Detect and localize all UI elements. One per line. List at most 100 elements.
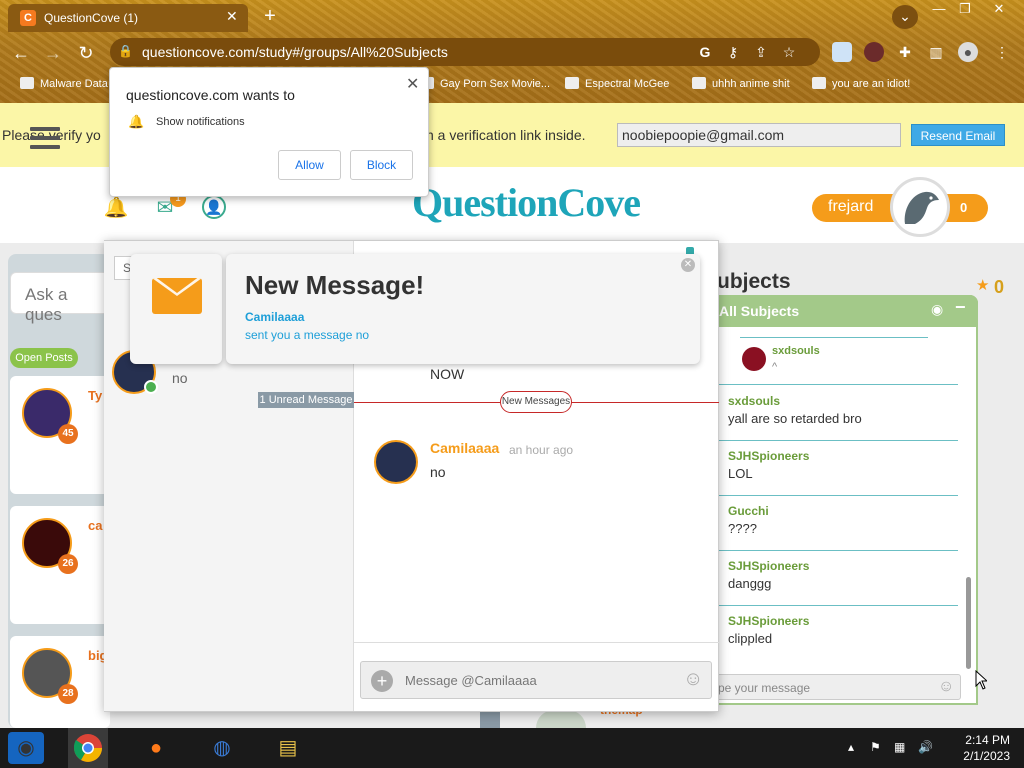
hamburger-menu-icon[interactable] xyxy=(30,127,60,149)
unread-message-label[interactable]: 1 Unread Message xyxy=(258,392,354,408)
bookmark-item[interactable]: Gay Porn Sex Movie... xyxy=(420,77,550,90)
chat-message-text: danggg xyxy=(728,576,772,591)
menu-kebab-icon[interactable]: ⋮ xyxy=(992,42,1012,62)
message-author[interactable]: Camilaaaa xyxy=(430,440,499,456)
chat-username[interactable]: Gucchi xyxy=(728,504,769,518)
hide-eye-icon[interactable]: ◉ xyxy=(931,301,943,318)
points-count: 0 xyxy=(960,200,968,215)
chat-message-text: clippled xyxy=(728,631,773,646)
toast-heading: New Message! xyxy=(245,270,425,300)
new-messages-pill: New Messages xyxy=(500,391,572,413)
star-icon: ★ xyxy=(976,277,990,294)
url-text[interactable]: questioncove.com/study#/groups/All%20Sub… xyxy=(142,44,448,60)
chrome-taskbar-button[interactable] xyxy=(68,728,108,768)
close-window-button[interactable]: ✕ xyxy=(984,0,1014,18)
user-icon[interactable]: 👤 xyxy=(202,195,226,219)
restore-window-button[interactable]: ❐ xyxy=(950,0,980,18)
question-author[interactable]: ca xyxy=(88,518,102,533)
bookmark-favicon-icon xyxy=(565,77,579,89)
network-icon[interactable]: ▦ xyxy=(894,740,905,754)
avatar[interactable] xyxy=(374,440,418,484)
bookmark-item[interactable]: uhhh anime shit xyxy=(692,77,790,90)
new-message-toast[interactable]: New Message! Camilaaaa sent you a messag… xyxy=(226,254,700,364)
navigation-bar: ← → ↻ 🔒 questioncove.com/study#/groups/A… xyxy=(0,36,1024,68)
conversation-preview[interactable]: no xyxy=(172,370,188,386)
back-arrow-icon[interactable]: ← xyxy=(10,42,32,64)
questioncove-favicon-icon: C xyxy=(20,10,36,26)
chrome-icon xyxy=(73,734,102,762)
browser-tab[interactable]: C QuestionCove (1) ✕ xyxy=(8,4,248,32)
extension-flag-icon[interactable] xyxy=(832,42,852,62)
file-explorer-icon[interactable]: ▤ xyxy=(270,732,306,764)
chat-username[interactable]: sxdsouls xyxy=(728,394,780,408)
site-logo[interactable]: QuestionCove xyxy=(412,179,641,235)
tab-close-icon[interactable]: ✕ xyxy=(226,8,238,25)
close-icon[interactable]: ✕ xyxy=(681,258,695,272)
clock-date[interactable]: 2/1/2023 xyxy=(950,749,1010,763)
bookmark-star-icon[interactable]: ☆ xyxy=(780,43,798,61)
extensions-puzzle-icon[interactable]: ✚ xyxy=(895,42,915,62)
user-avatar[interactable] xyxy=(890,177,950,237)
ie-icon[interactable]: ◍ xyxy=(204,732,240,764)
question-card[interactable]: 45 Ty xyxy=(10,376,110,494)
share-icon[interactable]: ⇪ xyxy=(752,43,770,61)
level-badge: 45 xyxy=(58,424,78,444)
tray-chevron-icon[interactable]: ▴ xyxy=(848,740,854,754)
chat-message: Gucchi ???? xyxy=(718,496,958,551)
emoji-icon[interactable]: ☺ xyxy=(683,668,703,691)
question-card[interactable]: 26 ca xyxy=(10,506,110,624)
clock-time[interactable]: 2:14 PM xyxy=(950,733,1010,747)
message-composer[interactable]: + Message @Camilaaaa ☺ xyxy=(360,661,712,699)
question-author[interactable]: Ty xyxy=(88,388,102,403)
avatar xyxy=(742,347,766,371)
reload-icon[interactable]: ↻ xyxy=(75,42,97,64)
toast-text-body: sent you a message xyxy=(245,328,353,342)
bookmark-favicon-icon xyxy=(692,77,706,89)
chat-username[interactable]: sxdsouls xyxy=(772,345,820,357)
close-icon[interactable]: ✕ xyxy=(406,74,419,94)
profile-icon[interactable]: ● xyxy=(958,42,978,62)
key-icon[interactable]: ⚷ xyxy=(724,43,742,61)
flag-icon[interactable]: ⚑ xyxy=(870,740,881,754)
new-tab-button[interactable]: + xyxy=(258,4,282,28)
block-button[interactable]: Block xyxy=(350,150,413,180)
toast-username[interactable]: Camilaaaa xyxy=(245,310,304,324)
toast-text: sent you a message no xyxy=(245,328,369,342)
question-card[interactable]: 28 big xyxy=(10,636,110,728)
bookmark-item[interactable]: Espectral McGee xyxy=(565,77,669,90)
lock-icon[interactable]: 🔒 xyxy=(118,44,133,58)
volume-icon[interactable]: 🔊 xyxy=(918,740,933,754)
bell-icon[interactable]: 🔔 xyxy=(103,195,129,221)
side-panel-icon[interactable]: ▥ xyxy=(926,42,946,62)
google-g-icon[interactable]: G xyxy=(696,43,714,61)
all-subjects-header: All Subjects ◉ − xyxy=(711,295,978,327)
start-icon[interactable]: ◉ xyxy=(8,732,44,764)
attach-plus-icon[interactable]: + xyxy=(371,670,393,692)
bookmark-item[interactable]: Malware Data xyxy=(20,77,108,90)
chat-message-text: LOL xyxy=(728,466,753,481)
open-posts-tab[interactable]: Open Posts xyxy=(10,348,78,368)
firefox-icon[interactable]: ● xyxy=(138,732,174,764)
username-label: frejard xyxy=(828,198,874,215)
bookmark-favicon-icon xyxy=(812,77,826,89)
bookmark-item[interactable]: you are an idiot! xyxy=(812,77,910,90)
ask-question-input[interactable]: Ask a ques xyxy=(10,272,110,324)
tab-search-chevron-icon[interactable]: ⌄ xyxy=(892,5,918,29)
chat-username[interactable]: SJHSpioneers xyxy=(728,449,809,463)
forward-arrow-icon[interactable]: → xyxy=(42,42,64,64)
minimize-panel-icon[interactable]: − xyxy=(955,297,966,318)
earlier-message-text: NOW xyxy=(430,366,465,382)
chat-username[interactable]: SJHSpioneers xyxy=(728,614,809,628)
address-bar[interactable]: 🔒 questioncove.com/study#/groups/All%20S… xyxy=(110,38,820,66)
divider xyxy=(354,642,719,643)
allow-button[interactable]: Allow xyxy=(278,150,341,180)
chat-username[interactable]: SJHSpioneers xyxy=(728,559,809,573)
subjects-message-input[interactable]: pe your message ☺ xyxy=(711,674,961,700)
chat-scrollbar[interactable] xyxy=(966,577,971,669)
emoji-icon[interactable]: ☺ xyxy=(938,678,954,696)
verify-email-field[interactable] xyxy=(617,123,901,147)
scroll-handle[interactable] xyxy=(480,712,500,728)
extension-avatar-icon[interactable] xyxy=(864,42,884,62)
resend-email-button[interactable]: Resend Email xyxy=(911,124,1005,146)
envelope-icon xyxy=(152,278,202,314)
